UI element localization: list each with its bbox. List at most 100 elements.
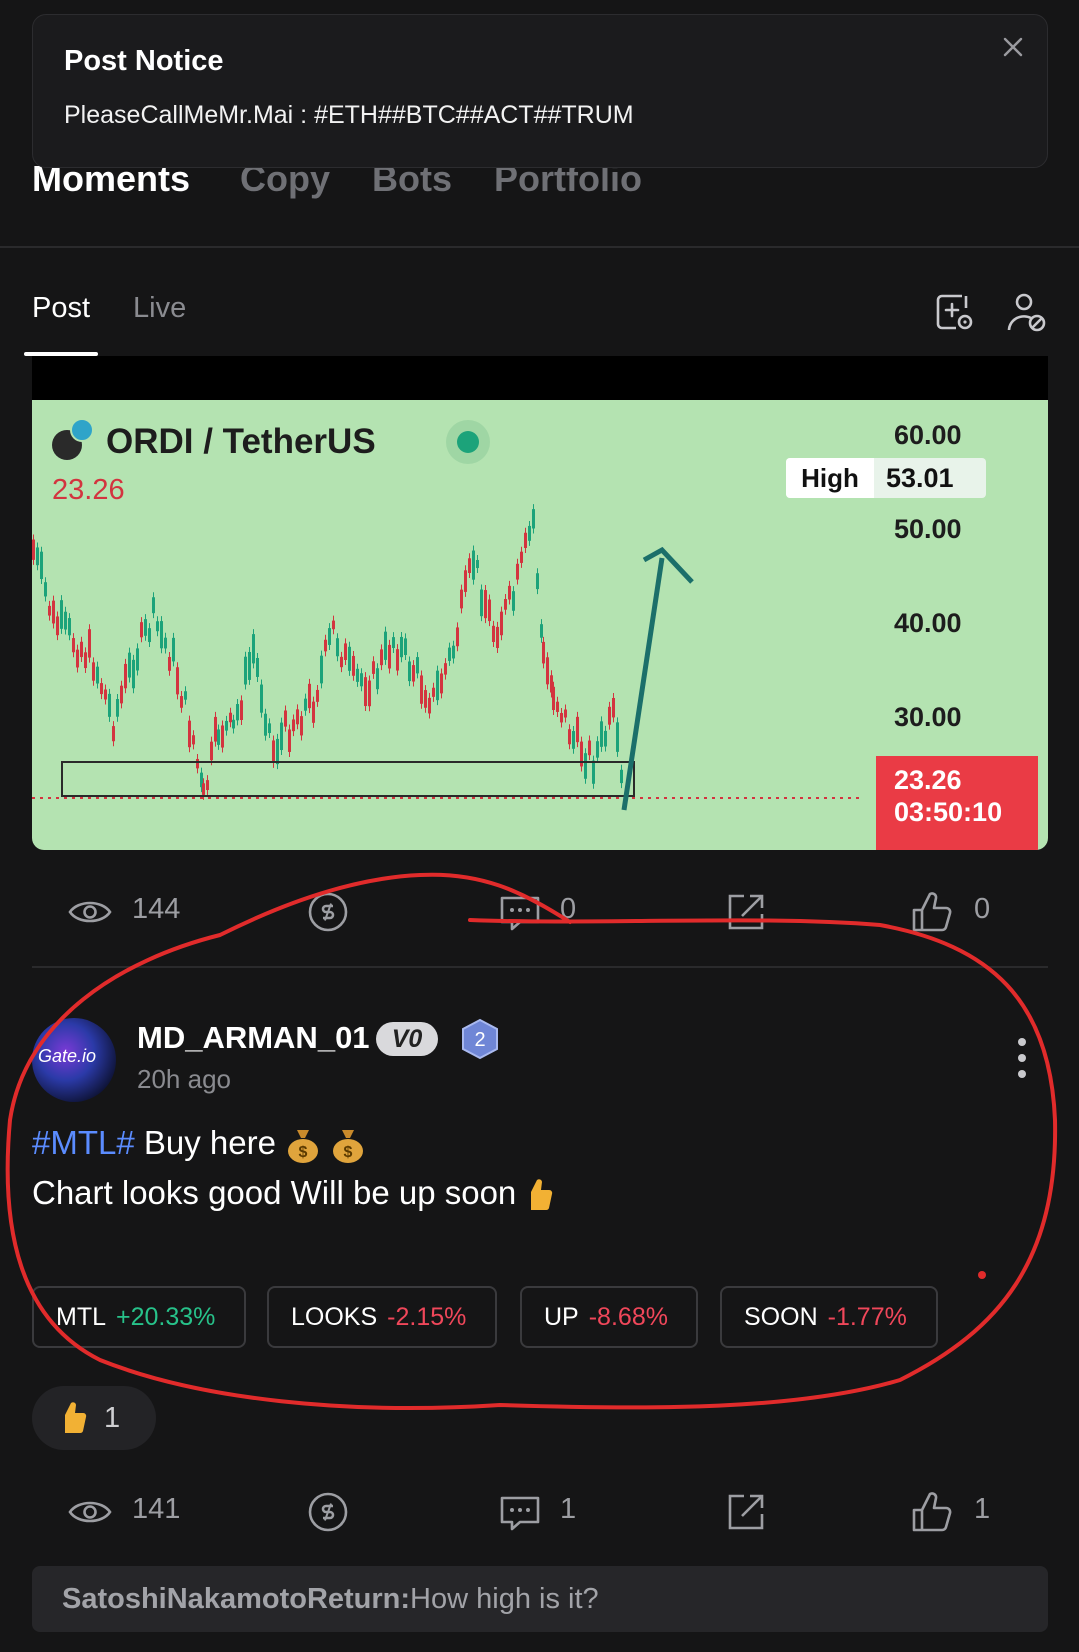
candle-body — [240, 700, 243, 720]
hashtag-link[interactable]: #MTL# — [32, 1124, 135, 1161]
level-badge-icon: 2 — [462, 1018, 498, 1060]
current-price-tag: 23.26 03:50:10 — [876, 756, 1038, 850]
candle-body — [340, 656, 343, 668]
current-price: 23.26 — [894, 765, 962, 795]
share-icon[interactable] — [724, 1490, 768, 1534]
candle-body — [164, 637, 167, 649]
candle-body — [128, 652, 131, 678]
candle-body — [184, 691, 187, 700]
candle-body — [221, 725, 224, 748]
candle-body — [52, 600, 55, 624]
avatar[interactable]: Gate.io — [32, 1018, 116, 1102]
candle-body — [32, 539, 35, 560]
ticker-chip-looks[interactable]: LOOKS -2.15% — [267, 1286, 497, 1348]
candle-body — [460, 589, 463, 609]
candle-body — [500, 611, 503, 636]
candle-body — [576, 716, 579, 743]
ticker-symbol: SOON — [744, 1302, 818, 1331]
candle-body — [124, 663, 127, 689]
candle-body — [316, 689, 319, 702]
candle-body — [48, 605, 51, 616]
candle-body — [64, 611, 67, 630]
chart-image[interactable]: ORDI / TetherUS 23.26 60.00 50.00 40.00 … — [32, 356, 1048, 850]
candle-body — [280, 722, 283, 751]
candle-body — [352, 655, 355, 676]
candle-body — [508, 585, 511, 600]
close-icon[interactable] — [999, 33, 1027, 61]
candle-body — [424, 690, 427, 708]
post1-views: 144 — [132, 893, 181, 925]
post-notice-banner: Post Notice PleaseCallMeMr.Mai : #ETH##B… — [32, 14, 1048, 168]
candle-body — [546, 657, 549, 685]
candle-body — [232, 719, 235, 729]
candle-body — [104, 689, 107, 700]
create-post-icon[interactable] — [932, 290, 976, 334]
candle-body — [88, 629, 91, 658]
candle-body — [400, 636, 403, 658]
candle-body — [176, 667, 179, 695]
user-settings-icon[interactable] — [1004, 290, 1048, 334]
candle-body — [120, 685, 123, 704]
post2-likes: 1 — [974, 1493, 991, 1525]
candle-body — [588, 740, 591, 756]
candle-body — [528, 525, 531, 541]
candle-body — [396, 649, 399, 671]
tip-coin-icon[interactable] — [306, 1490, 350, 1534]
candle-body — [36, 547, 39, 566]
subtab-post[interactable]: Post — [32, 292, 90, 325]
post-text-line2: Chart looks good Will be up soon — [32, 1174, 555, 1214]
candle-body — [560, 712, 563, 723]
candle-body — [568, 729, 571, 745]
candle-body — [420, 675, 423, 704]
notice-body[interactable]: PleaseCallMeMr.Mai : #ETH##BTC##ACT##TRU… — [64, 101, 634, 130]
candle-body — [60, 600, 63, 629]
like-thumb-icon[interactable] — [910, 890, 954, 934]
avatar-text: Gate.io — [38, 1046, 97, 1066]
post2-views: 141 — [132, 1493, 181, 1525]
candle-body — [516, 563, 519, 580]
candle-body — [144, 619, 147, 636]
candle-body — [202, 783, 205, 795]
candle-body — [408, 661, 411, 682]
like-thumb-icon[interactable] — [910, 1490, 954, 1534]
candle-body — [276, 738, 279, 765]
views-eye-icon — [68, 901, 112, 923]
candle-body — [524, 532, 527, 548]
ticker-chip-up[interactable]: UP -8.68% — [520, 1286, 698, 1348]
thumbs-up-emoji-icon — [531, 1179, 553, 1211]
candle-body — [296, 709, 299, 725]
candle-body — [376, 668, 379, 690]
candle-body — [312, 701, 315, 723]
comment-text: How high is it? — [410, 1582, 599, 1615]
candle-body — [225, 720, 228, 731]
ticker-change: -2.15% — [387, 1302, 467, 1331]
candle-body — [476, 559, 479, 569]
candle-body — [192, 735, 195, 745]
candle-body — [456, 627, 459, 647]
ticker-change: -8.68% — [588, 1302, 668, 1331]
candle-body — [260, 684, 263, 713]
candle-body — [392, 637, 395, 649]
candle-body — [608, 706, 611, 725]
comment-preview[interactable]: SatoshiNakamotoReturn: How high is it? — [32, 1566, 1048, 1632]
candle-body — [532, 509, 535, 529]
comment-icon[interactable] — [498, 1490, 542, 1534]
money-bag-icon: $ — [288, 1130, 319, 1164]
candle-body — [612, 697, 615, 718]
candle-body — [217, 729, 220, 745]
candle-body — [432, 687, 435, 697]
candle-body — [348, 646, 351, 671]
ticker-symbol: UP — [544, 1302, 579, 1331]
comment-icon[interactable] — [498, 890, 542, 934]
candle-body — [384, 631, 387, 660]
ticker-chip-mtl[interactable]: MTL +20.33% — [32, 1286, 246, 1348]
more-options-icon[interactable] — [1010, 1036, 1034, 1080]
reaction-pill[interactable]: 1 — [32, 1386, 156, 1450]
subtab-live[interactable]: Live — [133, 292, 186, 325]
candle-body — [84, 652, 87, 669]
post-username[interactable]: MD_ARMAN_01 — [137, 1020, 370, 1056]
candle-body — [148, 628, 151, 643]
ticker-chip-soon[interactable]: SOON -1.77% — [720, 1286, 938, 1348]
tip-coin-icon[interactable] — [306, 890, 350, 934]
share-icon[interactable] — [724, 890, 768, 934]
